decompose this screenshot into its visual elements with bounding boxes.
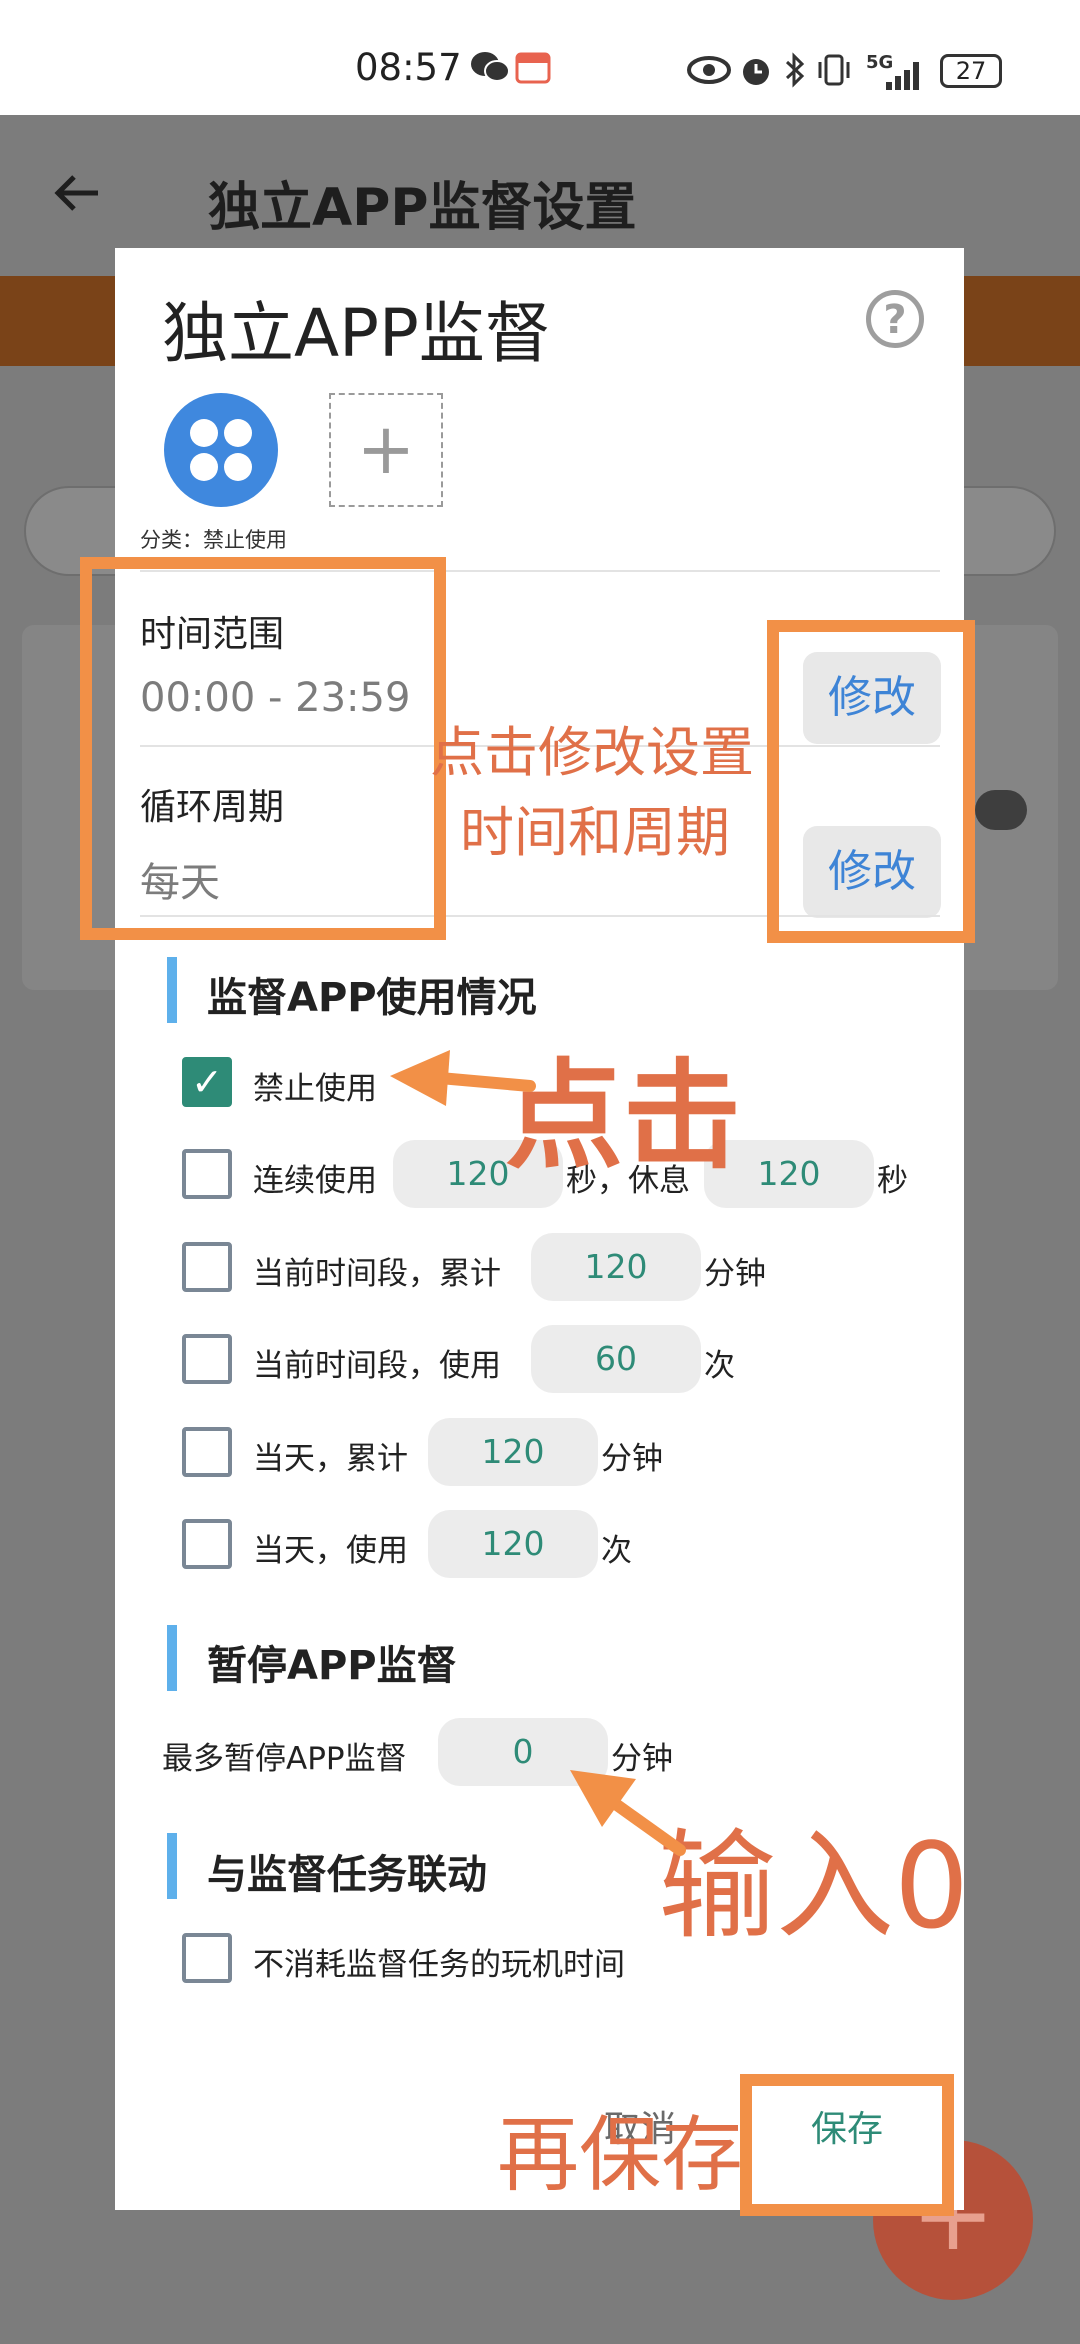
annotation-arrow-icon <box>390 1050 536 1106</box>
no-consume-checkbox[interactable] <box>182 1933 232 1983</box>
annotation-edit-note-1: 点击修改设置 <box>430 721 754 784</box>
period-count-prefix: 当前时间段，使用 <box>253 1348 501 1384</box>
app-icon[interactable] <box>164 393 278 507</box>
period-total-suffix: 分钟 <box>704 1256 766 1292</box>
annotation-box-save <box>740 2074 954 2216</box>
status-time: 08:57 <box>355 46 462 89</box>
continuous-prefix: 连续使用 <box>253 1163 377 1199</box>
wechat-icon <box>470 50 510 92</box>
vibrate-icon <box>814 52 854 92</box>
day-total-checkbox[interactable] <box>182 1427 232 1477</box>
calendar-icon <box>515 50 551 88</box>
pause-section-title: 暂停APP监督 <box>207 1643 457 1689</box>
annotation-input-note: 输入0 <box>658 1817 970 1955</box>
day-total-suffix: 分钟 <box>601 1441 663 1477</box>
ban-checkbox[interactable]: ✓ <box>182 1057 232 1107</box>
eye-icon <box>687 56 731 88</box>
bluetooth-icon <box>784 52 806 92</box>
no-consume-label: 不消耗监督任务的玩机时间 <box>253 1947 625 1983</box>
category-label: 分类：禁止使用 <box>140 528 287 552</box>
page-title: 独立APP监督设置 <box>208 178 637 238</box>
annotation-save-note: 再保存 <box>497 2108 744 2203</box>
day-count-input[interactable]: 120 <box>428 1510 598 1578</box>
continuous-suffix: 秒 <box>877 1163 908 1199</box>
period-total-checkbox[interactable] <box>182 1242 232 1292</box>
period-total-input[interactable]: 120 <box>531 1233 701 1301</box>
day-count-prefix: 当天，使用 <box>253 1533 408 1569</box>
period-count-suffix: 次 <box>704 1348 735 1384</box>
annotation-box-fields <box>80 557 446 940</box>
day-total-input[interactable]: 120 <box>428 1418 598 1486</box>
period-count-input[interactable]: 60 <box>531 1325 701 1393</box>
continuous-checkbox[interactable] <box>182 1149 232 1199</box>
period-count-checkbox[interactable] <box>182 1334 232 1384</box>
signal-icon <box>866 56 926 96</box>
day-count-suffix: 次 <box>601 1533 632 1569</box>
battery-icon: 27 <box>940 54 1002 88</box>
arrow-left-icon[interactable] <box>50 165 106 235</box>
add-app-button[interactable]: + <box>329 393 443 507</box>
monitor-section-title: 监督APP使用情况 <box>207 975 537 1021</box>
toggle-switch[interactable] <box>975 790 1027 830</box>
pause-prefix: 最多暂停APP监督 <box>162 1741 407 1777</box>
annotation-edit-note-2: 时间和周期 <box>460 801 730 864</box>
section-bar <box>167 1625 177 1691</box>
period-total-prefix: 当前时间段，累计 <box>253 1256 501 1292</box>
annotation-arrow-icon <box>570 1770 686 1856</box>
ban-label: 禁止使用 <box>253 1071 377 1107</box>
day-total-prefix: 当天，累计 <box>253 1441 408 1477</box>
day-count-checkbox[interactable] <box>182 1519 232 1569</box>
dialog-title: 独立APP监督 <box>162 295 551 372</box>
link-section-title: 与监督任务联动 <box>207 1852 487 1898</box>
section-bar <box>167 1833 177 1899</box>
alarm-icon <box>738 52 774 92</box>
annotation-click-note: 点击 <box>505 1047 742 1185</box>
section-bar <box>167 957 177 1023</box>
question-circle-icon[interactable]: ? <box>866 290 924 348</box>
annotation-box-edit-buttons <box>767 620 975 943</box>
